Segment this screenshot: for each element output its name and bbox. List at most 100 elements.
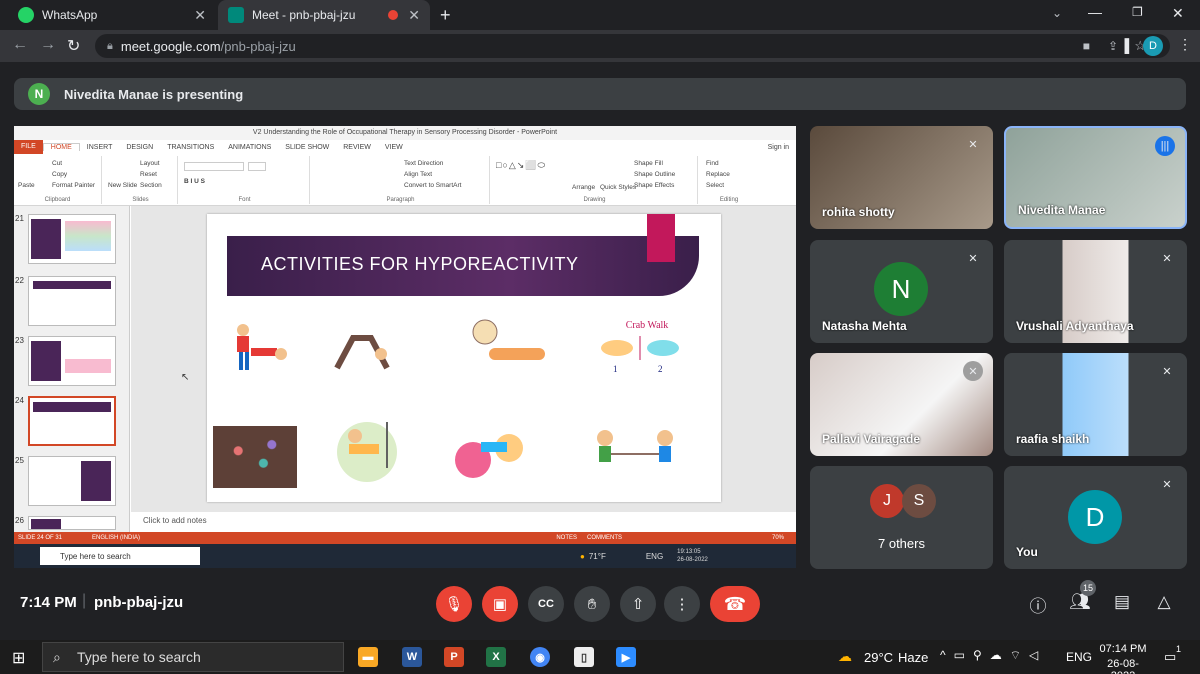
language-indicator[interactable]: ENG — [1066, 650, 1092, 664]
file-explorer-icon[interactable]: ▬ — [358, 647, 378, 667]
tab-meet[interactable]: Meet - pnb-pbaj-jzu ✕ — [218, 0, 430, 30]
find-button[interactable]: Find — [706, 160, 719, 167]
ribbon-tab[interactable]: FILE — [14, 140, 43, 154]
others-tile[interactable]: J S 7 others — [810, 466, 993, 569]
copy-button[interactable]: Copy — [52, 171, 67, 178]
new-slide-button[interactable]: New Slide — [108, 182, 137, 189]
presenter-avatar: N — [28, 83, 50, 105]
shape-fill-button[interactable]: Shape Fill — [634, 160, 663, 167]
restore-button[interactable]: ❐ — [1132, 5, 1143, 19]
info-icon[interactable]: ⓘ — [1026, 592, 1050, 616]
minimize-button[interactable]: — — [1088, 4, 1102, 20]
meet-icon — [228, 7, 244, 23]
reload-icon[interactable]: ↻ — [67, 36, 80, 56]
section-button[interactable]: Section — [140, 182, 162, 189]
sign-in-link[interactable]: Sign in — [761, 144, 796, 151]
replace-button[interactable]: Replace — [706, 171, 730, 178]
forward-icon[interactable]: → — [40, 36, 56, 54]
zoom-level[interactable]: 70% — [772, 535, 784, 541]
slide-number: 26 — [15, 516, 24, 525]
notepad-icon[interactable]: ▯ — [574, 647, 594, 667]
end-call-button[interactable]: ☎︎ — [710, 586, 760, 622]
ribbon-tab[interactable]: SLIDE SHOW — [278, 144, 336, 151]
mic-toggle-button[interactable]: 🎙︎ — [436, 586, 472, 622]
shape-outline-button[interactable]: Shape Outline — [634, 171, 675, 178]
activities-icon[interactable]: △ — [1152, 592, 1176, 616]
ribbon-tab[interactable]: HOME — [42, 143, 80, 151]
sidepanel-icon[interactable]: ▐ — [1120, 38, 1129, 53]
present-button[interactable]: ⇧ — [620, 586, 656, 622]
text-direction-button[interactable]: Text Direction — [404, 160, 443, 167]
format-painter-button[interactable]: Format Painter — [52, 182, 95, 189]
powerpoint-icon[interactable]: P — [444, 647, 464, 667]
inner-windows-taskbar: Type here to search ● 71°F ENG 19:13:05 … — [14, 544, 796, 568]
cut-button[interactable]: Cut — [52, 160, 62, 167]
shape-effects-button[interactable]: Shape Effects — [634, 182, 674, 189]
divider: | — [82, 592, 87, 609]
tab-whatsapp[interactable]: WhatsApp ✕ — [8, 0, 216, 30]
slide-thumbnail[interactable] — [28, 516, 116, 530]
windows-start-icon[interactable]: ⊞ — [12, 648, 25, 668]
slide-thumbnail[interactable] — [28, 276, 116, 326]
paste-button[interactable]: Paste — [18, 182, 35, 189]
close-icon[interactable]: ✕ — [408, 7, 420, 24]
url-input[interactable]: 🔒︎ meet.google.com /pnb-pbaj-jzu ■ ⇪ ☆ — [95, 34, 1170, 58]
ball-roll-image — [455, 434, 523, 478]
align-text-button[interactable]: Align Text — [404, 171, 432, 178]
font-size-select[interactable] — [248, 162, 266, 171]
ribbon-tab[interactable]: REVIEW — [336, 144, 378, 151]
ribbon-tab[interactable]: DESIGN — [119, 144, 160, 151]
zoom-icon[interactable]: ▶ — [616, 647, 636, 667]
ribbon-tab[interactable]: TRANSITIONS — [160, 144, 221, 151]
participant-tile[interactable]: ✕ Pallavi Vairagade — [810, 353, 993, 456]
ribbon-tab[interactable]: ANIMATIONS — [221, 144, 278, 151]
participant-tile[interactable]: ✕ rohita shotty — [810, 126, 993, 229]
layout-button[interactable]: Layout — [140, 160, 160, 167]
captions-button[interactable]: CC — [528, 586, 564, 622]
participant-tile[interactable]: ✕ raafia shaikh — [1004, 353, 1187, 456]
chrome-icon[interactable]: ◉ — [530, 647, 550, 667]
slide-thumbnail[interactable] — [28, 336, 116, 386]
mic-off-icon: 🎙︎ — [444, 596, 464, 613]
font-name-select[interactable] — [184, 162, 244, 171]
chat-icon[interactable]: ▤ — [1110, 592, 1134, 616]
more-options-button[interactable]: ⋮ — [664, 586, 700, 622]
participant-tile[interactable]: ✕ N Natasha Mehta — [810, 240, 993, 343]
notes-pane[interactable]: Click to add notes — [131, 512, 796, 532]
close-window-button[interactable]: ✕ — [1172, 5, 1184, 22]
system-tray-icons[interactable]: ^▭⚲☁⌔◁ — [940, 648, 1046, 663]
quick-styles-button[interactable]: Quick Styles — [600, 184, 636, 191]
slide-thumbnail-selected[interactable] — [28, 396, 116, 446]
shapes-gallery[interactable]: □○△↘⬜⬭ — [496, 160, 546, 171]
slide-thumbnail[interactable] — [28, 456, 116, 506]
inner-search-box[interactable]: Type here to search — [40, 547, 200, 565]
participant-tile-speaking[interactable]: ||| Nivedita Manae — [1004, 126, 1187, 229]
camera-toggle-button[interactable]: ▣ — [482, 586, 518, 622]
close-icon[interactable]: ✕ — [194, 7, 206, 24]
raise-hand-button[interactable]: ✋︎ — [574, 586, 610, 622]
arrange-button[interactable]: Arrange — [572, 184, 595, 191]
profile-avatar[interactable]: D — [1143, 36, 1163, 56]
share-icon[interactable]: ⇪ — [1108, 39, 1118, 53]
convert-smartart-button[interactable]: Convert to SmartArt — [404, 182, 461, 189]
reset-button[interactable]: Reset — [140, 171, 157, 178]
comments-toggle[interactable]: COMMENTS — [587, 535, 622, 541]
slide-thumbnail[interactable] — [28, 214, 116, 264]
notifications-icon[interactable]: ▭ — [1164, 649, 1176, 665]
participant-tile[interactable]: ✕ Vrushali Adyanthaya — [1004, 240, 1187, 343]
tab-search-icon[interactable]: ⌄ — [1052, 6, 1062, 20]
new-tab-button[interactable]: + — [440, 5, 451, 26]
notes-toggle[interactable]: NOTES — [556, 535, 577, 541]
bold-button[interactable]: B I U S — [184, 178, 205, 185]
excel-icon[interactable]: X — [486, 647, 506, 667]
camera-icon[interactable]: ■ — [1083, 39, 1090, 53]
taskbar-search-box[interactable]: ⌕ Type here to search — [42, 642, 344, 672]
menu-icon[interactable]: ⋮ — [1178, 36, 1192, 53]
ribbon-tab[interactable]: VIEW — [378, 144, 410, 151]
back-icon[interactable]: ← — [12, 36, 28, 54]
word-icon[interactable]: W — [402, 647, 422, 667]
ribbon-tab[interactable]: INSERT — [80, 144, 120, 151]
select-button[interactable]: Select — [706, 182, 724, 189]
self-tile[interactable]: ✕ D You — [1004, 466, 1187, 569]
current-slide[interactable]: ACTIVITIES FOR HYPOREACTIVITY Crab Walk … — [207, 214, 721, 502]
